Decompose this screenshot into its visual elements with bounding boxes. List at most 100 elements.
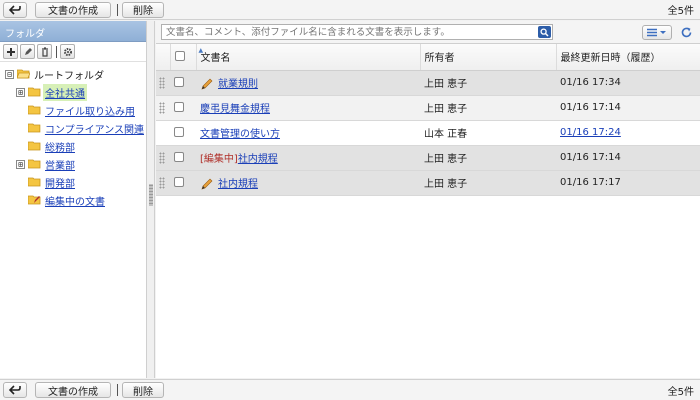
create-document-button[interactable]: 文書の作成 bbox=[35, 1, 111, 18]
table-row[interactable]: 文書管理の使い方 山本 正春 01/16 17:24 bbox=[156, 120, 700, 146]
drag-handle-cell[interactable] bbox=[156, 170, 170, 196]
drag-handle[interactable] bbox=[159, 101, 165, 114]
search-icon bbox=[540, 27, 549, 37]
collapse-toggle[interactable]: ⊟ bbox=[5, 69, 14, 79]
tree-item-label[interactable]: コンプライアンス関連 bbox=[43, 120, 146, 137]
table-row[interactable]: 社内規程 上田 恵子 01/16 17:17 bbox=[156, 170, 700, 196]
panel-splitter[interactable] bbox=[147, 21, 155, 378]
column-header-label: 最終更新日時（履歴） bbox=[560, 53, 661, 65]
drag-handle-cell[interactable] bbox=[156, 70, 170, 96]
refresh-button[interactable] bbox=[678, 24, 694, 40]
updated-cell: 01/16 17:17 bbox=[556, 170, 700, 196]
tree-item-label[interactable]: ファイル取り込み用 bbox=[43, 102, 137, 119]
delete-button[interactable]: 削除 bbox=[122, 382, 164, 398]
editing-tag: [編集中] bbox=[200, 154, 238, 165]
tree-item-label[interactable]: 編集中の文書 bbox=[43, 192, 107, 209]
document-name-cell: [編集中]社内規程 bbox=[196, 145, 420, 171]
row-checkbox[interactable] bbox=[174, 177, 184, 187]
table-row[interactable]: [編集中]社内規程 上田 恵子 01/16 17:14 bbox=[156, 145, 700, 171]
table-row[interactable]: 就業規則 上田 恵子 01/16 17:34 bbox=[156, 70, 700, 96]
folder-icon bbox=[28, 177, 41, 187]
drag-handle-cell[interactable] bbox=[156, 95, 170, 121]
updated-cell: 01/16 17:34 bbox=[556, 70, 700, 96]
drag-handle-cell[interactable] bbox=[156, 145, 170, 171]
document-name-link[interactable]: 就業規則 bbox=[218, 79, 258, 90]
drag-column-header bbox=[156, 44, 171, 71]
checkbox-cell bbox=[170, 70, 196, 96]
search-input[interactable] bbox=[162, 25, 532, 39]
tree-item-company-wide[interactable]: ⊞ 全社共通 bbox=[0, 83, 146, 101]
document-name-link[interactable]: 慶弔見舞金規程 bbox=[200, 104, 270, 115]
row-checkbox[interactable] bbox=[174, 152, 184, 162]
tree-item-root[interactable]: ⊟ ルートフォルダ bbox=[0, 65, 146, 83]
updated-cell: 01/16 17:24 bbox=[556, 120, 700, 146]
tree-item-compliance[interactable]: コンプライアンス関連 bbox=[0, 119, 146, 137]
table-row[interactable]: 慶弔見舞金規程 上田 恵子 01/16 17:14 bbox=[156, 95, 700, 121]
row-checkbox[interactable] bbox=[174, 127, 184, 137]
document-name-link[interactable]: 社内規程 bbox=[238, 154, 278, 165]
document-name-link[interactable]: 社内規程 bbox=[218, 179, 258, 190]
tree-item-label[interactable]: 営業部 bbox=[43, 156, 77, 173]
document-name-cell: 文書管理の使い方 bbox=[196, 120, 420, 146]
delete-folder-button[interactable] bbox=[37, 44, 52, 59]
table-header-row: ▲ 文書名 所有者 最終更新日時（履歴） bbox=[156, 44, 700, 71]
folder-open-icon bbox=[17, 69, 30, 79]
column-header-owner[interactable]: 所有者 bbox=[420, 44, 557, 71]
search-box bbox=[161, 24, 553, 40]
add-folder-button[interactable] bbox=[3, 44, 18, 59]
checkbox-cell bbox=[170, 170, 196, 196]
drag-handle[interactable] bbox=[159, 76, 165, 89]
checkbox-cell bbox=[170, 145, 196, 171]
folder-icon bbox=[28, 123, 41, 133]
tree-item-label[interactable]: 総務部 bbox=[43, 138, 77, 155]
owner-cell: 上田 恵子 bbox=[420, 70, 556, 96]
tree-item-editing-documents[interactable]: 編集中の文書 bbox=[0, 191, 146, 209]
refresh-icon bbox=[681, 27, 691, 37]
folder-settings-button[interactable] bbox=[60, 44, 75, 59]
tree-item-label[interactable]: 開発部 bbox=[43, 174, 77, 191]
tree-item-label: ルートフォルダ bbox=[34, 70, 104, 82]
updated-cell: 01/16 17:14 bbox=[556, 95, 700, 121]
tree-item-general-affairs[interactable]: 総務部 bbox=[0, 137, 146, 155]
top-toolbar: 文書の作成 削除 全5件 bbox=[0, 0, 700, 20]
column-header-name[interactable]: ▲ 文書名 bbox=[196, 44, 421, 71]
search-button[interactable] bbox=[538, 26, 551, 38]
expand-toggle[interactable]: ⊞ bbox=[16, 159, 25, 169]
pencil-icon bbox=[24, 47, 32, 55]
tree-item-development[interactable]: 開発部 bbox=[0, 173, 146, 191]
pencil-icon bbox=[201, 78, 213, 90]
list-view-icon bbox=[647, 28, 666, 37]
delete-button[interactable]: 削除 bbox=[122, 1, 164, 18]
expand-toggle[interactable]: ⊞ bbox=[16, 87, 25, 97]
tree-item-sales[interactable]: ⊞ 営業部 bbox=[0, 155, 146, 173]
tree-item-file-import[interactable]: ファイル取り込み用 bbox=[0, 101, 146, 119]
folder-tools bbox=[0, 42, 146, 62]
history-link[interactable]: 01/16 17:24 bbox=[560, 127, 621, 138]
updated-cell: 01/16 17:14 bbox=[556, 145, 700, 171]
document-count: 全5件 bbox=[667, 386, 694, 398]
drag-handle[interactable] bbox=[159, 176, 165, 189]
select-all-checkbox[interactable] bbox=[174, 51, 185, 62]
owner-cell: 山本 正春 bbox=[420, 120, 556, 146]
create-document-button[interactable]: 文書の作成 bbox=[35, 382, 111, 398]
search-bar bbox=[156, 21, 700, 44]
folder-icon bbox=[28, 105, 41, 115]
folder-icon bbox=[28, 159, 41, 169]
row-checkbox[interactable] bbox=[174, 77, 184, 87]
splitter-grip[interactable] bbox=[149, 184, 153, 206]
folder-tree: ⊟ ルートフォルダ ⊞ 全社共通 ファイル取り込み用 コンプライアンス関連 総務… bbox=[0, 62, 146, 209]
document-name-link[interactable]: 文書管理の使い方 bbox=[200, 129, 280, 140]
drag-handle[interactable] bbox=[159, 151, 165, 164]
pencil-icon bbox=[201, 178, 213, 190]
tree-item-label[interactable]: 全社共通 bbox=[43, 83, 87, 101]
view-options-button[interactable] bbox=[642, 25, 672, 40]
back-button[interactable] bbox=[3, 382, 27, 398]
column-header-updated[interactable]: 最終更新日時（履歴） bbox=[556, 44, 700, 71]
back-button[interactable] bbox=[3, 1, 27, 18]
edit-folder-button[interactable] bbox=[20, 44, 35, 59]
bottom-toolbar: 文書の作成 削除 全5件 bbox=[0, 379, 700, 400]
column-header-label: 所有者 bbox=[424, 53, 455, 65]
row-checkbox[interactable] bbox=[174, 102, 184, 112]
drag-handle-cell[interactable] bbox=[156, 120, 170, 146]
gear-icon bbox=[63, 47, 72, 56]
